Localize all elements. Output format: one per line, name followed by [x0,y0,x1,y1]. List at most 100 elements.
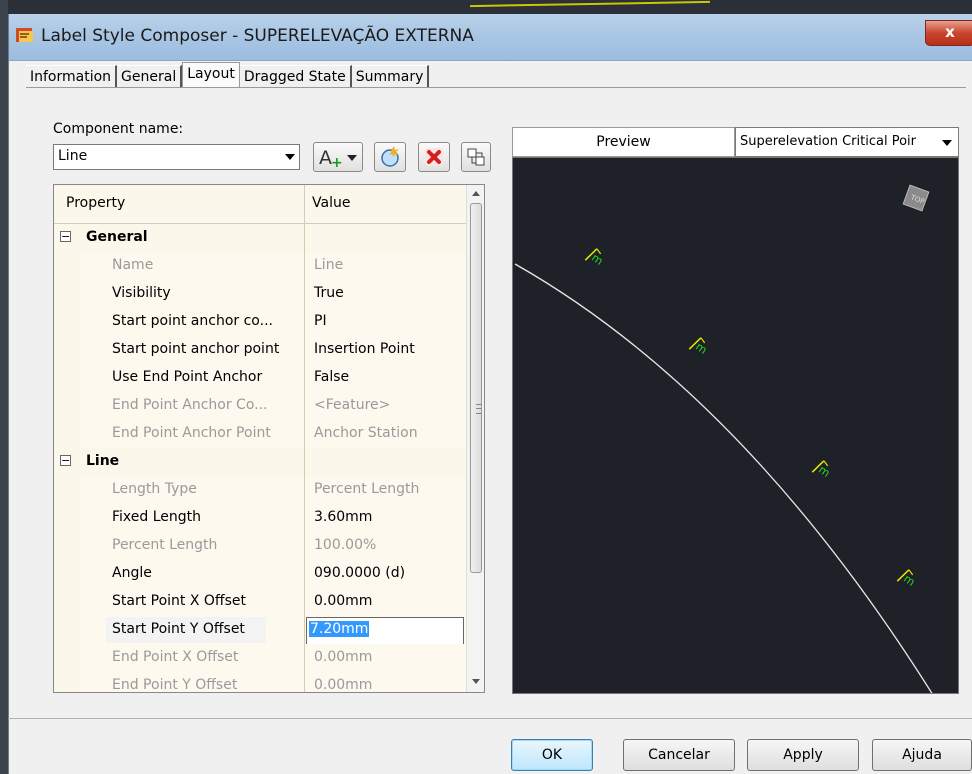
tab-strip: Information General Layout Dragged State Sum… [26,62,430,88]
property-name: Fixed Length [112,509,202,525]
component-name-dropdown[interactable]: Line [53,144,300,170]
property-row[interactable]: End Point X Offset 0.00mm [54,644,466,673]
property-row[interactable]: Start Point X Offset 0.00mm [54,588,466,617]
preview-drawing: TOP m m m m [514,184,933,693]
property-name: Visibility [112,285,171,301]
property-row[interactable]: Start Point Y Offset 7.20mm [54,616,466,645]
tab-dragged-state[interactable]: Dragged State [239,65,352,88]
property-value: 0.00mm [314,677,373,693]
apply-button[interactable]: Apply [747,739,859,771]
property-value: 0.00mm [314,593,373,609]
property-name: Start point anchor co... [112,313,273,329]
property-row[interactable]: Visibility True [54,280,466,309]
cancel-button[interactable]: Cancelar [623,739,735,771]
tab-general[interactable]: General [117,65,183,88]
property-row[interactable]: Start point anchor point Insertion Point [54,336,466,365]
property-row[interactable]: Angle 090.0000 (d) [54,560,466,589]
collapse-icon[interactable]: − [60,231,71,242]
chevron-down-icon [285,154,295,160]
property-name: End Point Anchor Point [112,425,271,441]
property-name: End Point X Offset [112,649,239,665]
property-row[interactable]: Name Line [54,252,466,281]
collapse-icon[interactable]: − [60,455,71,466]
preview-type-dropdown[interactable]: Superelevation Critical Poir [735,127,959,157]
property-name: Start Point Y Offset [112,621,245,637]
chevron-down-icon [942,140,952,146]
property-value: 090.0000 (d) [314,565,406,581]
tab-information[interactable]: Information [26,65,118,88]
bottom-divider [8,718,972,719]
property-row[interactable]: Fixed Length 3.60mm [54,504,466,533]
property-grid-scrollbar[interactable] [466,185,484,692]
property-category-row[interactable]: − Line [54,448,466,477]
text-add-icon: A + [319,147,357,169]
property-grid: Property Value − General Name Line Visibilit… [53,184,485,693]
window-title: Label Style Composer - SUPERELEVAÇÃO EXT… [41,26,474,46]
property-value: <Feature> [314,397,391,413]
ok-button[interactable]: OK [511,739,593,771]
property-value: 0.00mm [314,649,373,665]
property-name: Name [112,257,154,273]
preview-station-label: m [896,569,917,589]
component-name-label: Component name: [53,121,184,137]
property-value: 100.00% [314,537,377,553]
property-row[interactable]: Percent Length 100.00% [54,532,466,561]
property-value: PI [314,313,327,329]
help-button[interactable]: Ajuda [872,739,972,771]
property-row[interactable]: Length Type Percent Length [54,476,466,505]
property-name: Angle [112,565,152,581]
property-value: Insertion Point [314,341,415,357]
title-bar[interactable]: Label Style Composer - SUPERELEVAÇÃO EXT… [9,14,972,61]
value-column-header: Value [312,195,351,211]
tab-layout[interactable]: Layout [182,62,240,88]
svg-text:+: + [331,155,343,169]
property-column-header: Property [66,195,126,211]
property-value: False [314,369,350,385]
property-name: End Point Anchor Co... [112,397,268,413]
property-name: Start point anchor point [112,341,280,357]
component-name-value: Line [58,148,88,164]
alignment-curve [514,263,933,693]
view-cube-icon: TOP [902,184,930,212]
cad-background-edge [0,0,8,774]
property-row[interactable]: End Point Anchor Co... <Feature> [54,392,466,421]
scrollbar-thumb[interactable] [470,203,482,573]
tab-summary[interactable]: Summary [351,65,430,88]
preview-type-value: Superelevation Critical Poir [740,134,916,149]
copy-component-button[interactable] [374,142,406,172]
app-icon [16,28,33,42]
scroll-down-arrow-icon[interactable] [472,679,480,684]
preview-station-label: m [688,337,709,357]
scroll-up-arrow-icon[interactable] [472,191,480,196]
property-name: End Point Y Offset [112,677,238,693]
preview-canvas[interactable]: TOP m m m m [512,157,959,694]
property-row[interactable]: Start point anchor co... PI [54,308,466,337]
property-value: True [314,285,344,301]
property-name: Start Point X Offset [112,593,246,609]
property-name: Percent Length [112,537,218,553]
property-value-selected-text: 7.20mm [309,621,370,637]
property-value: 3.60mm [314,509,373,525]
property-row[interactable]: Use End Point Anchor False [54,364,466,393]
close-button[interactable]: x [925,20,972,46]
draw-order-icon [467,148,485,166]
property-name: Use End Point Anchor [112,369,263,385]
property-category-row[interactable]: − General [54,224,466,253]
property-row[interactable]: End Point Y Offset 0.00mm [54,672,466,693]
property-name: Length Type [112,481,197,497]
draw-order-button[interactable] [461,142,491,172]
property-value: Percent Length [314,481,420,497]
create-text-component-button[interactable]: A + [313,142,363,172]
property-value: Anchor Station [314,425,418,441]
property-value-input[interactable]: 7.20mm [306,617,464,645]
copy-component-icon [381,146,399,167]
property-value: Line [314,257,344,273]
property-name: General [86,229,148,245]
delete-icon [425,148,443,166]
delete-component-button[interactable] [418,142,450,172]
preview-station-label: m [584,248,605,268]
property-row[interactable]: End Point Anchor Point Anchor Station [54,420,466,449]
cad-background [0,0,972,14]
preview-label: Preview [512,127,735,157]
preview-station-label: m [811,460,832,480]
